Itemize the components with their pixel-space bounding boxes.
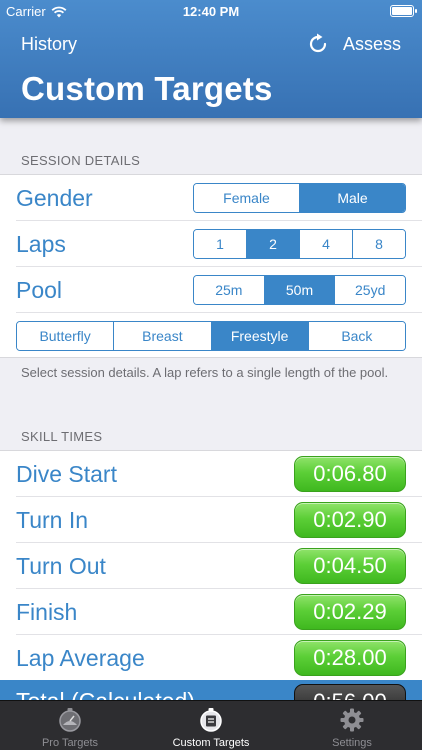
- stroke-row: Butterfly Breast Freestyle Back: [0, 313, 422, 359]
- skill-row-turn-out: Turn Out 0:04.50: [0, 543, 422, 589]
- pool-option-25yd[interactable]: 25yd: [334, 276, 405, 304]
- battery-icon: [390, 5, 417, 17]
- laps-segmented-control: 1 2 4 8: [193, 229, 406, 259]
- session-footnote: Select session details. A lap refers to …: [21, 365, 389, 380]
- gender-label: Gender: [16, 185, 93, 211]
- gender-option-male[interactable]: Male: [299, 184, 405, 212]
- skill-row-dive-start: Dive Start 0:06.80: [0, 451, 422, 497]
- skill-label: Lap Average: [16, 645, 145, 671]
- refresh-icon[interactable]: [306, 32, 330, 56]
- skill-row-lap-average: Lap Average 0:28.00: [0, 635, 422, 681]
- pool-row: Pool 25m 50m 25yd: [0, 267, 422, 313]
- pool-option-25m[interactable]: 25m: [194, 276, 264, 304]
- pool-option-50m[interactable]: 50m: [263, 276, 335, 304]
- laps-row: Laps 1 2 4 8: [0, 221, 422, 267]
- session-details-header: SESSION DETAILS: [21, 153, 141, 168]
- tab-label: Custom Targets: [172, 737, 250, 749]
- skill-label: Turn Out: [16, 553, 106, 579]
- page-title: Custom Targets: [21, 70, 273, 107]
- stroke-option-freestyle[interactable]: Freestyle: [210, 322, 308, 350]
- history-button[interactable]: History: [21, 34, 77, 55]
- stroke-option-back[interactable]: Back: [307, 322, 405, 350]
- gender-row: Gender Female Male: [0, 175, 422, 221]
- navigation-header: Carrier 12:40 PM History Assess Custom T…: [0, 0, 422, 118]
- laps-option-8[interactable]: 8: [352, 230, 405, 258]
- skill-label: Finish: [16, 599, 78, 625]
- laps-option-4[interactable]: 4: [299, 230, 352, 258]
- clock: 12:40 PM: [182, 4, 240, 19]
- skill-times-header: SKILL TIMES: [21, 429, 103, 444]
- laps-option-1[interactable]: 1: [194, 230, 246, 258]
- stroke-option-breast[interactable]: Breast: [113, 322, 211, 350]
- stroke-segmented-control: Butterfly Breast Freestyle Back: [16, 321, 406, 351]
- gender-segmented-control: Female Male: [193, 183, 406, 213]
- session-details-group: Gender Female Male Laps 1 2 4 8 Pool 25m…: [0, 174, 422, 358]
- stopwatch-icon: [59, 708, 81, 732]
- tab-label: Pro Targets: [41, 737, 99, 749]
- dive-start-time-button[interactable]: 0:06.80: [294, 456, 406, 492]
- custom-stopwatch-icon: [200, 708, 222, 732]
- pool-segmented-control: 25m 50m 25yd: [193, 275, 406, 305]
- tab-bar: Pro Targets Custom Targets Settings: [0, 700, 422, 750]
- turn-out-time-button[interactable]: 0:04.50: [294, 548, 406, 584]
- stroke-option-butterfly[interactable]: Butterfly: [17, 322, 114, 350]
- turn-in-time-button[interactable]: 0:02.90: [294, 502, 406, 538]
- laps-option-2[interactable]: 2: [246, 230, 299, 258]
- tab-custom-targets[interactable]: Custom Targets: [141, 701, 281, 750]
- finish-time-button[interactable]: 0:02.29: [294, 594, 406, 630]
- gender-option-female[interactable]: Female: [194, 184, 299, 212]
- skill-row-turn-in: Turn In 0:02.90: [0, 497, 422, 543]
- tab-settings[interactable]: Settings: [282, 701, 422, 750]
- lap-average-time-button[interactable]: 0:28.00: [294, 640, 406, 676]
- laps-label: Laps: [16, 231, 66, 257]
- tab-pro-targets[interactable]: Pro Targets: [0, 701, 140, 750]
- tab-label: Settings: [332, 737, 372, 749]
- skill-row-finish: Finish 0:02.29: [0, 589, 422, 635]
- skill-label: Dive Start: [16, 461, 117, 487]
- assess-button[interactable]: Assess: [343, 34, 401, 55]
- status-bar: Carrier 12:40 PM: [0, 4, 422, 20]
- gear-icon: [340, 708, 364, 732]
- skill-label: Turn In: [16, 507, 89, 533]
- skill-times-group: Dive Start 0:06.80 Turn In 0:02.90 Turn …: [0, 450, 422, 682]
- pool-label: Pool: [16, 277, 63, 303]
